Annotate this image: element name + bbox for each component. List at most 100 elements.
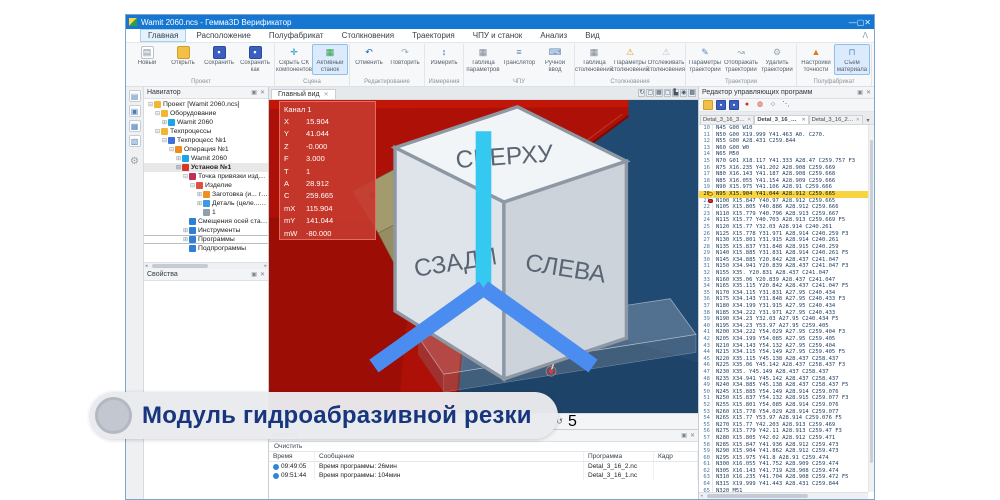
gcode-line[interactable]: 12 N55 G00 A28.431 C259.844 (699, 138, 874, 145)
ribbon-button[interactable]: ⚠ Отслеживать столкновения (647, 44, 685, 75)
ribbon-collapse-icon[interactable]: ᐱ (863, 31, 868, 40)
tree-item[interactable]: ⊞ Инструменты (144, 226, 268, 235)
gcode-line[interactable]: 62 N305 X16.143 Y41.719 A28.908 C259.474 (699, 467, 874, 475)
gcode-line[interactable]: 37 N180 X34.199 Y31.915 A27.95 C240.434 (699, 303, 874, 310)
gcode-line[interactable]: 64 N315 X19.999 Y41.443 A28.431 C259.844 (699, 481, 874, 488)
gcode-line-number[interactable]: 54 (699, 415, 713, 422)
open-program-icon[interactable] (703, 100, 713, 110)
gcode-line[interactable]: 41 N200 X34.222 Y54.029 A27.95 C259.404 F… (699, 329, 874, 336)
tree-item[interactable]: ⊞ Wamit 2060 (144, 154, 268, 163)
gcode-line[interactable]: 38 N185 X34.222 Y31.971 A27.95 C240.433 (699, 309, 874, 317)
gcode-line-number[interactable]: 29 (699, 250, 713, 257)
ribbon-tab-Полуфабрикат[interactable]: Полуфабрикат (261, 29, 332, 42)
scroll-right-icon[interactable]: ▸ (264, 263, 267, 270)
gcode-line[interactable]: 32 N155 X35. Y20.831 A28.437 C241.047 (699, 270, 874, 277)
ribbon-tab-Столкновения[interactable]: Столкновения (334, 29, 403, 42)
tree-expand-icon[interactable]: ⊞ (175, 155, 182, 162)
gcode-line[interactable]: 28 N135 X15.837 Y31.848 A28.915 C240.259 (699, 243, 874, 251)
ribbon-button[interactable]: ▤ Новый (129, 44, 165, 69)
editor-tab[interactable]: Detal_3_16_1.nc ✕ (754, 115, 809, 124)
gcode-line-number[interactable]: 50 (699, 388, 713, 396)
ribbon-button[interactable]: ⚙ Удалить траектории (759, 44, 795, 75)
gcode-line-number[interactable]: 64 (699, 481, 713, 488)
gcode-line[interactable]: 39 N190 X34.23 Y32.03 A27.95 C240.434 F5 (699, 316, 874, 323)
ribbon-button[interactable]: ⚠ Параметры столкновений (611, 44, 649, 75)
ribbon-button[interactable]: ▦ Таблица столкновений (575, 44, 613, 75)
gcode-line-number[interactable]: 40 (699, 322, 713, 330)
gcode-line-number[interactable]: 41 (699, 329, 713, 336)
editor-hscrollbar[interactable]: ◂ (699, 492, 868, 499)
views-panel-icon[interactable]: ▦ (128, 120, 141, 132)
editor-tab[interactable]: Detal_3_16_2.nc ✕ (808, 115, 863, 124)
close-panel-icon[interactable]: ✕ (260, 89, 265, 96)
gcode-line-number[interactable]: 12 (699, 138, 713, 145)
gcode-line[interactable]: 15 N70 G01 X18.117 Y41.333 A28.47 C259.75… (699, 157, 874, 165)
gcode-line[interactable]: 48 N235 X34.941 Y45.142 A28.437 C258.437 (699, 375, 874, 383)
gcode-line[interactable]: 52 N255 X15.801 Y54.085 A28.914 C259.076 (699, 401, 874, 409)
gcode-line-number[interactable]: 58 (699, 441, 713, 449)
tree-item[interactable]: 1 (144, 208, 268, 217)
breakpoint-icon[interactable] (708, 198, 713, 204)
ribbon-button[interactable]: ▦ Активный станок (312, 44, 348, 75)
gcode-line-number[interactable]: 44 (699, 349, 713, 356)
grid-view-icon[interactable]: ▦ (655, 89, 663, 97)
gcode-line[interactable]: 63 N310 X16.235 Y41.704 A28.908 C259.472 … (699, 474, 874, 482)
gcode-line[interactable]: 35 N170 X34.115 Y31.831 A27.95 C240.434 (699, 289, 874, 297)
gcode-line-number[interactable]: 62 (699, 467, 713, 475)
tree-expand-icon[interactable]: ⊟ (175, 164, 182, 171)
gcode-line-number[interactable]: 17 (699, 171, 713, 178)
stats-view-icon[interactable]: ▙ (672, 89, 680, 97)
gcode-line-number[interactable]: 36 (699, 296, 713, 304)
gcode-line-number[interactable]: 15 (699, 157, 713, 165)
journal-clear-button[interactable]: Очистить (274, 443, 302, 450)
gcode-line[interactable]: 34 N165 X35.115 Y20.842 A28.437 C241.047 … (699, 283, 874, 290)
gcode-line[interactable]: 33 N160 X35.06 Y20.839 A28.437 C241.047 (699, 276, 874, 284)
gcode-line[interactable]: 57 N280 X15.805 Y42.02 A28.912 C259.471 (699, 434, 874, 442)
gcode-line[interactable]: 30 N145 X34.885 Y20.842 A28.437 C241.047 (699, 256, 874, 264)
ribbon-button[interactable]: ↶ Отменить (351, 44, 387, 69)
gcode-line-number[interactable]: 10 (699, 125, 713, 132)
gcode-line[interactable]: 49 N240 X34.885 Y45.138 A28.437 C258.437 … (699, 382, 874, 389)
ribbon-button[interactable]: ▦ Таблица параметров (465, 44, 501, 75)
close-tab-icon[interactable]: ✕ (747, 117, 751, 123)
dock-panel-icon[interactable]: ▣ (251, 271, 257, 278)
gcode-line[interactable]: 25 N120 X15.77 Y32.03 A28.914 C240.261 (699, 223, 874, 231)
tree-item[interactable]: ⊟ Операция №1 (144, 145, 268, 154)
settings-gear-icon[interactable]: ⚙ (129, 156, 141, 168)
gcode-line[interactable]: 26 N125 X15.778 Y31.971 A28.914 C240.259 … (699, 230, 874, 238)
tree-item[interactable]: ⊟ Техпроцессы (144, 127, 268, 136)
orbit-view-icon[interactable]: ↻ (638, 89, 646, 97)
ribbon-button[interactable]: ⌨ Ручной ввод команд (537, 44, 573, 75)
gcode-line-number[interactable]: 60 (699, 454, 713, 462)
gcode-line-number[interactable]: 47 (699, 368, 713, 376)
gcode-line[interactable]: 29 N140 X15.885 Y31.831 A28.914 C240.261 … (699, 250, 874, 257)
ribbon-tab-Главная[interactable]: Главная (140, 29, 187, 42)
gcode-line[interactable]: 59 N290 X15.904 Y41.862 A28.912 C259.473 (699, 448, 874, 455)
tree-item[interactable]: ⊟ Оборудование (144, 109, 268, 118)
gcode-line[interactable]: 56 N275 X15.779 Y42.11 A28.913 C259.47 F3 (699, 428, 874, 435)
tree-expand-icon[interactable]: ⊞ (182, 236, 189, 243)
gcode-line[interactable]: 14 N65 M50 (699, 151, 874, 158)
ribbon-button[interactable]: ▪ Сохранить (201, 44, 237, 69)
gcode-line-number[interactable]: 42 (699, 336, 713, 343)
close-panel-icon[interactable]: ✕ (260, 271, 265, 278)
gcode-line-number[interactable]: 55 (699, 421, 713, 429)
dock-panel-icon[interactable]: ▣ (681, 432, 687, 439)
gcode-line-number[interactable]: 46 (699, 362, 713, 369)
gcode-line[interactable]: 23 N110 X15.779 Y40.796 A28.913 C259.667 (699, 210, 874, 218)
gcode-line[interactable]: 54 N265 X15.77 Y53.97 A28.914 C259.076 F5 (699, 415, 874, 422)
gcode-line[interactable]: 51 N250 X15.837 Y54.132 A28.915 C259.077 … (699, 395, 874, 402)
gcode-line-number[interactable]: 53 (699, 408, 713, 416)
gcode-line-number[interactable]: 23 (699, 210, 713, 218)
tree-expand-icon[interactable]: ⊞ (182, 227, 189, 234)
gcode-line-number[interactable]: 16 (699, 164, 713, 172)
gcode-line[interactable]: 47 N230 X35. Y45.149 A28.437 C258.437 (699, 368, 874, 376)
gallery-panel-icon[interactable]: ▧ (128, 135, 141, 147)
iso-view-icon[interactable]: ▢ (663, 89, 672, 97)
gcode-line-number[interactable]: 59 (699, 448, 713, 455)
gcode-line-number[interactable]: 18 (699, 177, 713, 185)
gcode-line[interactable]: 45 N220 X35.115 Y45.138 A28.437 C258.437 (699, 355, 874, 363)
tree-item[interactable]: ⊞ Деталь (целе... геометрия (144, 199, 268, 208)
gcode-line-number[interactable]: 31 (699, 263, 713, 271)
dock-panel-icon[interactable]: ▣ (857, 89, 863, 96)
